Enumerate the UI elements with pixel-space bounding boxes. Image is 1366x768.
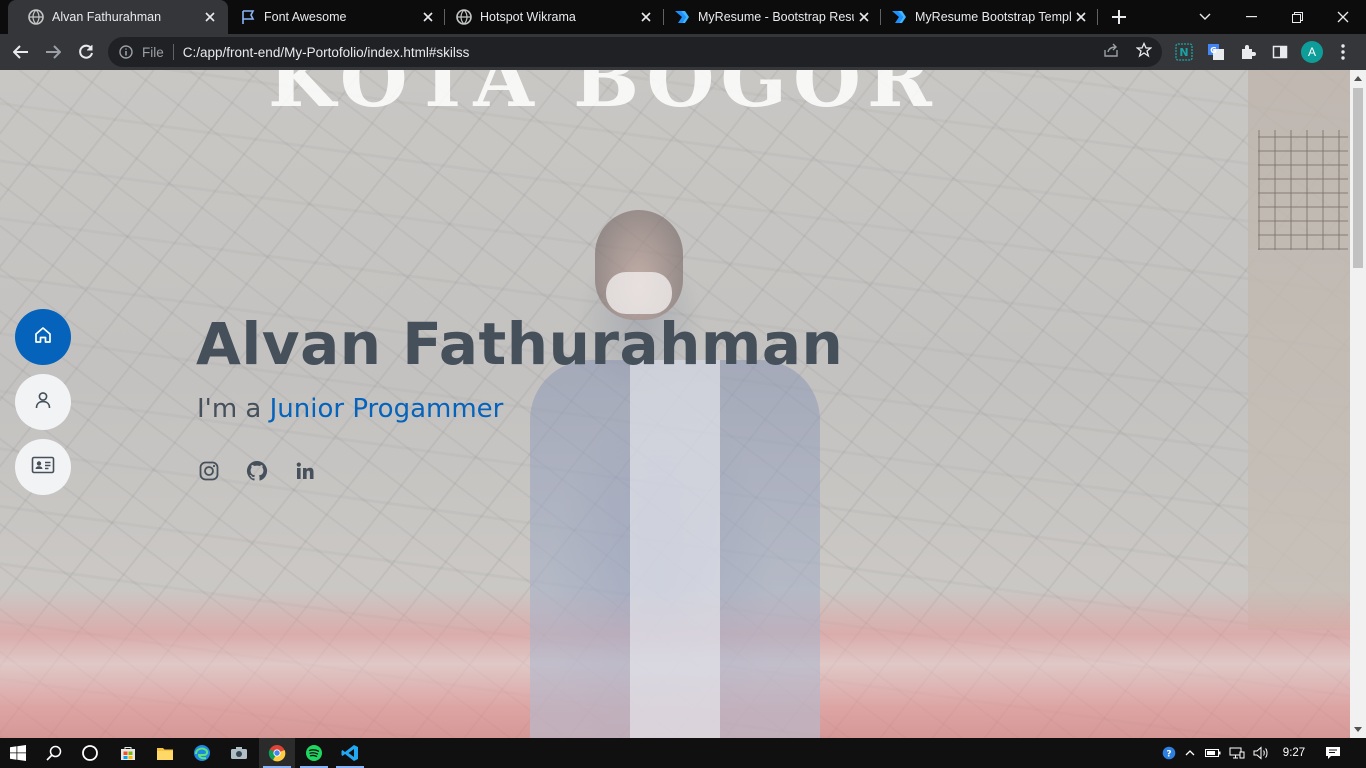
hero-person-photo [530, 210, 820, 738]
background-sign-text: KOTA BOGOR [268, 70, 938, 125]
share-icon[interactable] [1099, 38, 1123, 62]
page-viewport: KOTA BOGOR Alvan Fathurahman I'm a Junio… [0, 70, 1350, 738]
nav-resume-button[interactable] [15, 439, 71, 495]
github-icon[interactable] [246, 460, 268, 482]
tab-title: MyResume - Bootstrap Resum [698, 10, 854, 24]
page-scrollbar[interactable] [1350, 70, 1366, 738]
scroll-up-arrow[interactable] [1354, 76, 1362, 81]
flag-icon [240, 9, 256, 25]
store-icon[interactable] [110, 738, 146, 768]
taskbar-clock[interactable]: 9:27 [1276, 738, 1312, 768]
reload-button[interactable] [72, 38, 100, 66]
extensions-puzzle-icon[interactable] [1237, 41, 1259, 63]
svg-text:?: ? [1166, 750, 1171, 760]
notion-extension-icon[interactable]: N [1173, 41, 1195, 63]
info-icon[interactable] [118, 44, 134, 60]
hero-role: Junior Progammer [269, 394, 504, 424]
windows-taskbar: ? 9:27 [0, 738, 1366, 768]
linkedin-icon[interactable] [294, 460, 316, 482]
browser-toolbar: File C:/app/front-end/My-Portofolio/inde… [0, 34, 1366, 70]
translate-extension-icon[interactable]: G [1205, 41, 1227, 63]
network-icon[interactable] [1227, 738, 1247, 768]
forward-button[interactable] [39, 38, 67, 66]
bookmark-star-icon[interactable] [1132, 38, 1156, 62]
social-links [198, 460, 316, 482]
address-bar[interactable]: File C:/app/front-end/My-Portofolio/inde… [108, 37, 1162, 67]
tab-font-awesome[interactable]: Font Awesome [228, 0, 446, 34]
globe-icon [456, 9, 472, 25]
bootstrapmade-icon [891, 9, 907, 25]
scrollbar-thumb[interactable] [1353, 88, 1363, 268]
tab-title: MyResume Bootstrap Templa [915, 10, 1071, 24]
hero-name: Alvan Fathurahman [196, 310, 844, 378]
hero-intro: I'm a [197, 394, 262, 424]
nav-about-button[interactable] [15, 374, 71, 430]
tab-title: Hotspot Wikrama [480, 10, 576, 24]
instagram-icon[interactable] [198, 460, 220, 482]
tab-strip: Alvan Fathurahman Font Awesome Hotspot W… [0, 0, 1366, 34]
url-text[interactable]: C:/app/front-end/My-Portofolio/index.htm… [183, 45, 470, 60]
close-tab-icon[interactable] [854, 7, 874, 27]
restore-button[interactable] [1274, 0, 1320, 34]
start-icon[interactable] [0, 738, 36, 768]
close-tab-icon[interactable] [636, 7, 656, 27]
back-button[interactable] [7, 38, 35, 66]
close-tab-icon[interactable] [1071, 7, 1091, 27]
task-view-icon[interactable] [72, 738, 108, 768]
hero-subtitle: I'm a Junior Progammer [197, 394, 503, 424]
vscode-icon[interactable] [332, 738, 368, 768]
tab-title: Font Awesome [264, 10, 347, 24]
svg-text:N: N [1179, 46, 1188, 59]
side-navigation [15, 309, 71, 495]
tab-title: Alvan Fathurahman [52, 10, 162, 24]
tab-myresume-2[interactable]: MyResume Bootstrap Templa [881, 0, 1099, 34]
minimize-button[interactable] [1228, 0, 1274, 34]
bootstrapmade-icon [674, 9, 690, 25]
profile-avatar[interactable]: A [1301, 41, 1323, 63]
show-hidden-icons-icon[interactable] [1181, 738, 1199, 768]
tab-alvan-fathurahman[interactable]: Alvan Fathurahman [8, 0, 228, 34]
new-tab-button[interactable] [1106, 5, 1132, 29]
edge-icon[interactable] [184, 738, 220, 768]
volume-icon[interactable] [1251, 738, 1271, 768]
menu-kebab-icon[interactable] [1332, 41, 1354, 63]
tab-search-button[interactable] [1182, 0, 1228, 34]
spotify-icon[interactable] [296, 738, 332, 768]
search-icon[interactable] [36, 738, 72, 768]
tab-myresume-1[interactable]: MyResume - Bootstrap Resum [664, 0, 882, 34]
svg-text:G: G [1210, 46, 1217, 55]
camera-icon[interactable] [221, 738, 257, 768]
file-explorer-icon[interactable] [147, 738, 183, 768]
close-tab-icon[interactable] [200, 7, 220, 27]
user-icon [33, 390, 53, 415]
nav-home-button[interactable] [15, 309, 71, 365]
help-icon[interactable]: ? [1160, 738, 1178, 768]
close-window-button[interactable] [1320, 0, 1366, 34]
notifications-icon[interactable] [1320, 738, 1346, 768]
close-tab-icon[interactable] [418, 7, 438, 27]
home-icon [33, 325, 53, 350]
globe-icon [28, 9, 44, 25]
scheme-label: File [142, 44, 164, 60]
battery-icon[interactable] [1203, 738, 1223, 768]
id-card-icon [31, 455, 55, 480]
chrome-icon[interactable] [259, 738, 295, 768]
tab-hotspot-wikrama[interactable]: Hotspot Wikrama [446, 0, 664, 34]
side-panel-icon[interactable] [1269, 41, 1291, 63]
scroll-down-arrow[interactable] [1354, 727, 1362, 732]
